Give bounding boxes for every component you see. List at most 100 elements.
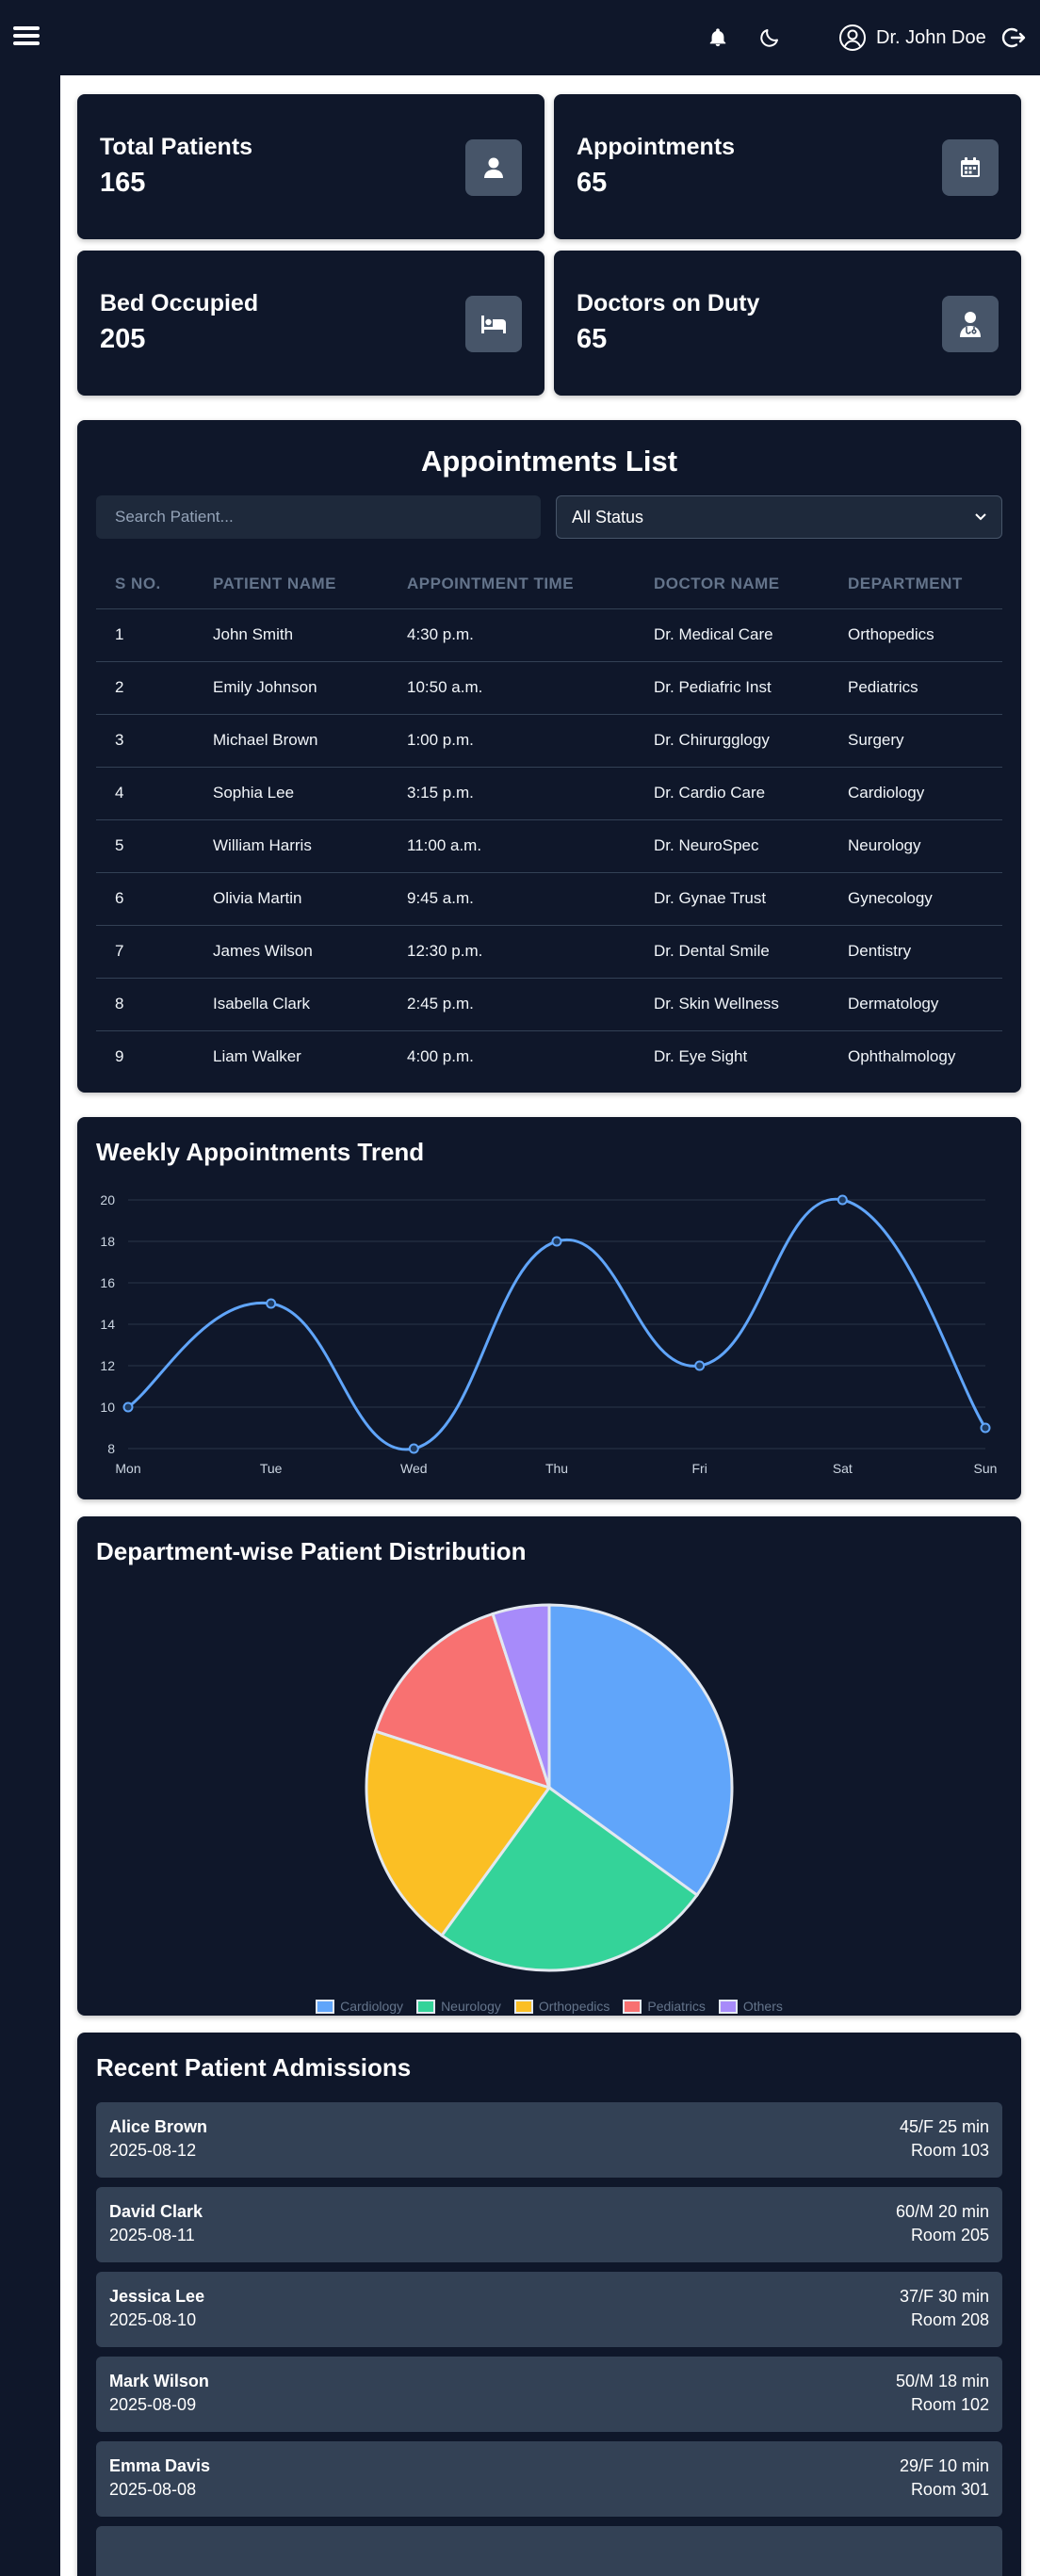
- table-row[interactable]: 6 Olivia Martin 9:45 a.m. Dr. Gynae Trust Gy…: [96, 872, 1002, 926]
- table-cell: 1:00 p.m.: [388, 714, 635, 768]
- y-tick-label: 8: [107, 1441, 115, 1456]
- legend-item[interactable]: Cardiology: [316, 1999, 403, 2014]
- y-tick-label: 18: [100, 1234, 115, 1249]
- table-cell: William Harris: [194, 819, 388, 873]
- table-cell: John Smith: [194, 608, 388, 662]
- table-cell: 4: [96, 767, 194, 820]
- table-row[interactable]: 2 Emily Johnson 10:50 a.m. Dr. Pediafric In…: [96, 661, 1002, 715]
- patient-info: 45/F 25 min: [899, 2117, 989, 2136]
- table-row[interactable]: 7 James Wilson 12:30 p.m. Dr. Dental Smile D…: [96, 925, 1002, 979]
- appointments-panel: Appointments List All Status S NO. PATIE…: [77, 420, 1021, 1093]
- chevron-down-icon: [975, 513, 986, 521]
- moon-icon[interactable]: [755, 23, 785, 53]
- legend-label: Orthopedics: [538, 1999, 610, 2014]
- admission-item[interactable]: David Clark 2025-08-11 60/M 20 min Room 205: [96, 2187, 1002, 2262]
- patient-name: David Clark: [109, 2202, 203, 2221]
- table-cell: Dr. Skin Wellness: [635, 978, 829, 1031]
- table-cell: 11:00 a.m.: [388, 819, 635, 873]
- admission-date: 2025-08-11: [109, 2226, 195, 2244]
- sidebar: [0, 75, 60, 2576]
- data-point: [551, 1236, 562, 1247]
- user-menu[interactable]: Dr. John Doe: [838, 21, 986, 55]
- x-tick-label: Sat: [833, 1461, 853, 1476]
- table-cell: 7: [96, 925, 194, 979]
- table-cell: Dentistry: [829, 925, 1002, 979]
- data-point: [266, 1298, 277, 1309]
- table-cell: Michael Brown: [194, 714, 388, 768]
- stat-value: 65: [577, 324, 608, 354]
- table-cell: 9: [115, 1047, 124, 1066]
- y-tick-label: 20: [100, 1192, 115, 1207]
- legend-item[interactable]: Orthopedics: [513, 1999, 610, 2014]
- department-pie-chart: [365, 1603, 734, 1972]
- room-number: Room 301: [910, 2480, 989, 2499]
- department-distribution-panel: Department-wise Patient Distribution Car…: [77, 1516, 1021, 2016]
- legend-swatch: [513, 1999, 533, 2014]
- status-filter-select[interactable]: All Status: [556, 495, 1002, 539]
- admission-item[interactable]: Mark Wilson 2025-08-09 50/M 18 min Room 102: [96, 2357, 1002, 2432]
- patient-name: Mark Wilson: [109, 2372, 209, 2390]
- table-row[interactable]: 5 William Harris 11:00 a.m. Dr. NeuroSpec Ne…: [96, 819, 1002, 873]
- table-cell: Dr. Pediafric Inst: [635, 661, 829, 715]
- legend-swatch: [623, 1999, 642, 2014]
- table-cell: Pediatrics: [829, 661, 1002, 715]
- admission-date: 2025-08-08: [109, 2480, 197, 2499]
- table-cell: Liam Walker: [213, 1047, 301, 1066]
- admission-item[interactable]: Jessica Lee 2025-08-10 37/F 30 min Room 208: [96, 2272, 1002, 2347]
- search-input[interactable]: [96, 495, 541, 539]
- stat-card-bed-occupied: Bed Occupied 205: [77, 251, 544, 396]
- column-header[interactable]: DOCTOR NAME: [635, 559, 829, 609]
- admission-item[interactable]: Emma Davis 2025-08-08 29/F 10 min Room 301: [96, 2441, 1002, 2517]
- stat-card-total-patients: Total Patients 165: [77, 94, 544, 239]
- bell-icon[interactable]: [703, 23, 733, 53]
- stat-card-doctors-on-duty: Doctors on Duty 65: [554, 251, 1021, 396]
- column-header[interactable]: PATIENT NAME: [194, 559, 388, 609]
- table-row[interactable]: 9 Liam Walker 4:00 p.m. Dr. Eye Sight Ophtha…: [96, 1030, 1002, 1083]
- legend-item[interactable]: Neurology: [416, 1999, 501, 2014]
- stat-label: Bed Occupied: [100, 290, 259, 316]
- table-cell: 3: [96, 714, 194, 768]
- column-header[interactable]: DEPARTMENT: [829, 559, 1002, 609]
- table-cell: Dr. Medical Care: [635, 608, 829, 662]
- table-cell: 3:15 p.m.: [388, 767, 635, 820]
- column-header[interactable]: S NO.: [96, 559, 194, 609]
- doctor-icon: [942, 296, 999, 352]
- admission-date: 2025-08-12: [109, 2141, 197, 2160]
- data-point: [980, 1422, 991, 1434]
- logout-icon[interactable]: [999, 23, 1029, 53]
- data-point: [694, 1360, 706, 1371]
- table-cell: Cardiology: [829, 767, 1002, 820]
- table-cell: Emily Johnson: [194, 661, 388, 715]
- table-cell: Sophia Lee: [194, 767, 388, 820]
- table-cell: 1: [96, 608, 194, 662]
- table-cell: Dr. Gynae Trust: [635, 872, 829, 926]
- room-number: Room 103: [910, 2141, 989, 2160]
- admission-item[interactable]: [96, 2526, 1002, 2576]
- table-row[interactable]: 8 Isabella Clark 2:45 p.m. Dr. Skin Wellnes…: [96, 978, 1002, 1031]
- table-cell: Dr. Cardio Care: [635, 767, 829, 820]
- stat-value: 65: [577, 168, 608, 198]
- table-row[interactable]: 1 John Smith 4:30 p.m. Dr. Medical Care Orth…: [96, 608, 1002, 662]
- room-number: Room 102: [910, 2395, 989, 2414]
- patient-name: Alice Brown: [109, 2117, 208, 2136]
- table-cell: Ophthalmology: [848, 1047, 956, 1066]
- admission-item[interactable]: Alice Brown 2025-08-12 45/F 25 min Room 103: [96, 2102, 1002, 2178]
- table-cell: Dr. Eye Sight: [654, 1047, 748, 1066]
- patient-info: 60/M 20 min: [895, 2202, 989, 2221]
- table-row[interactable]: 4 Sophia Lee 3:15 p.m. Dr. Cardio Care Cardi…: [96, 767, 1002, 820]
- table-cell: Dr. Dental Smile: [635, 925, 829, 979]
- table-row[interactable]: 3 Michael Brown 1:00 p.m. Dr. Chirurgglogy S…: [96, 714, 1002, 768]
- table-cell: 6: [96, 872, 194, 926]
- data-point: [408, 1443, 419, 1454]
- stat-value: 205: [100, 324, 146, 354]
- legend-item[interactable]: Others: [718, 1999, 783, 2014]
- weekly-trend-chart: 8 10 12 14 16 18 20 Mon Tue Wed Thu Fri Sat Sun: [100, 1192, 997, 1476]
- column-header[interactable]: APPOINTMENT TIME: [388, 559, 635, 609]
- data-point: [837, 1194, 848, 1206]
- appointments-table: S NO. PATIENT NAME APPOINTMENT TIME DOCT…: [96, 559, 1002, 1083]
- admission-date: 2025-08-10: [109, 2310, 197, 2329]
- patient-name: Emma Davis: [109, 2456, 211, 2475]
- legend-item[interactable]: Pediatrics: [623, 1999, 706, 2014]
- menu-icon[interactable]: [13, 23, 45, 55]
- table-cell: 9:45 a.m.: [388, 872, 635, 926]
